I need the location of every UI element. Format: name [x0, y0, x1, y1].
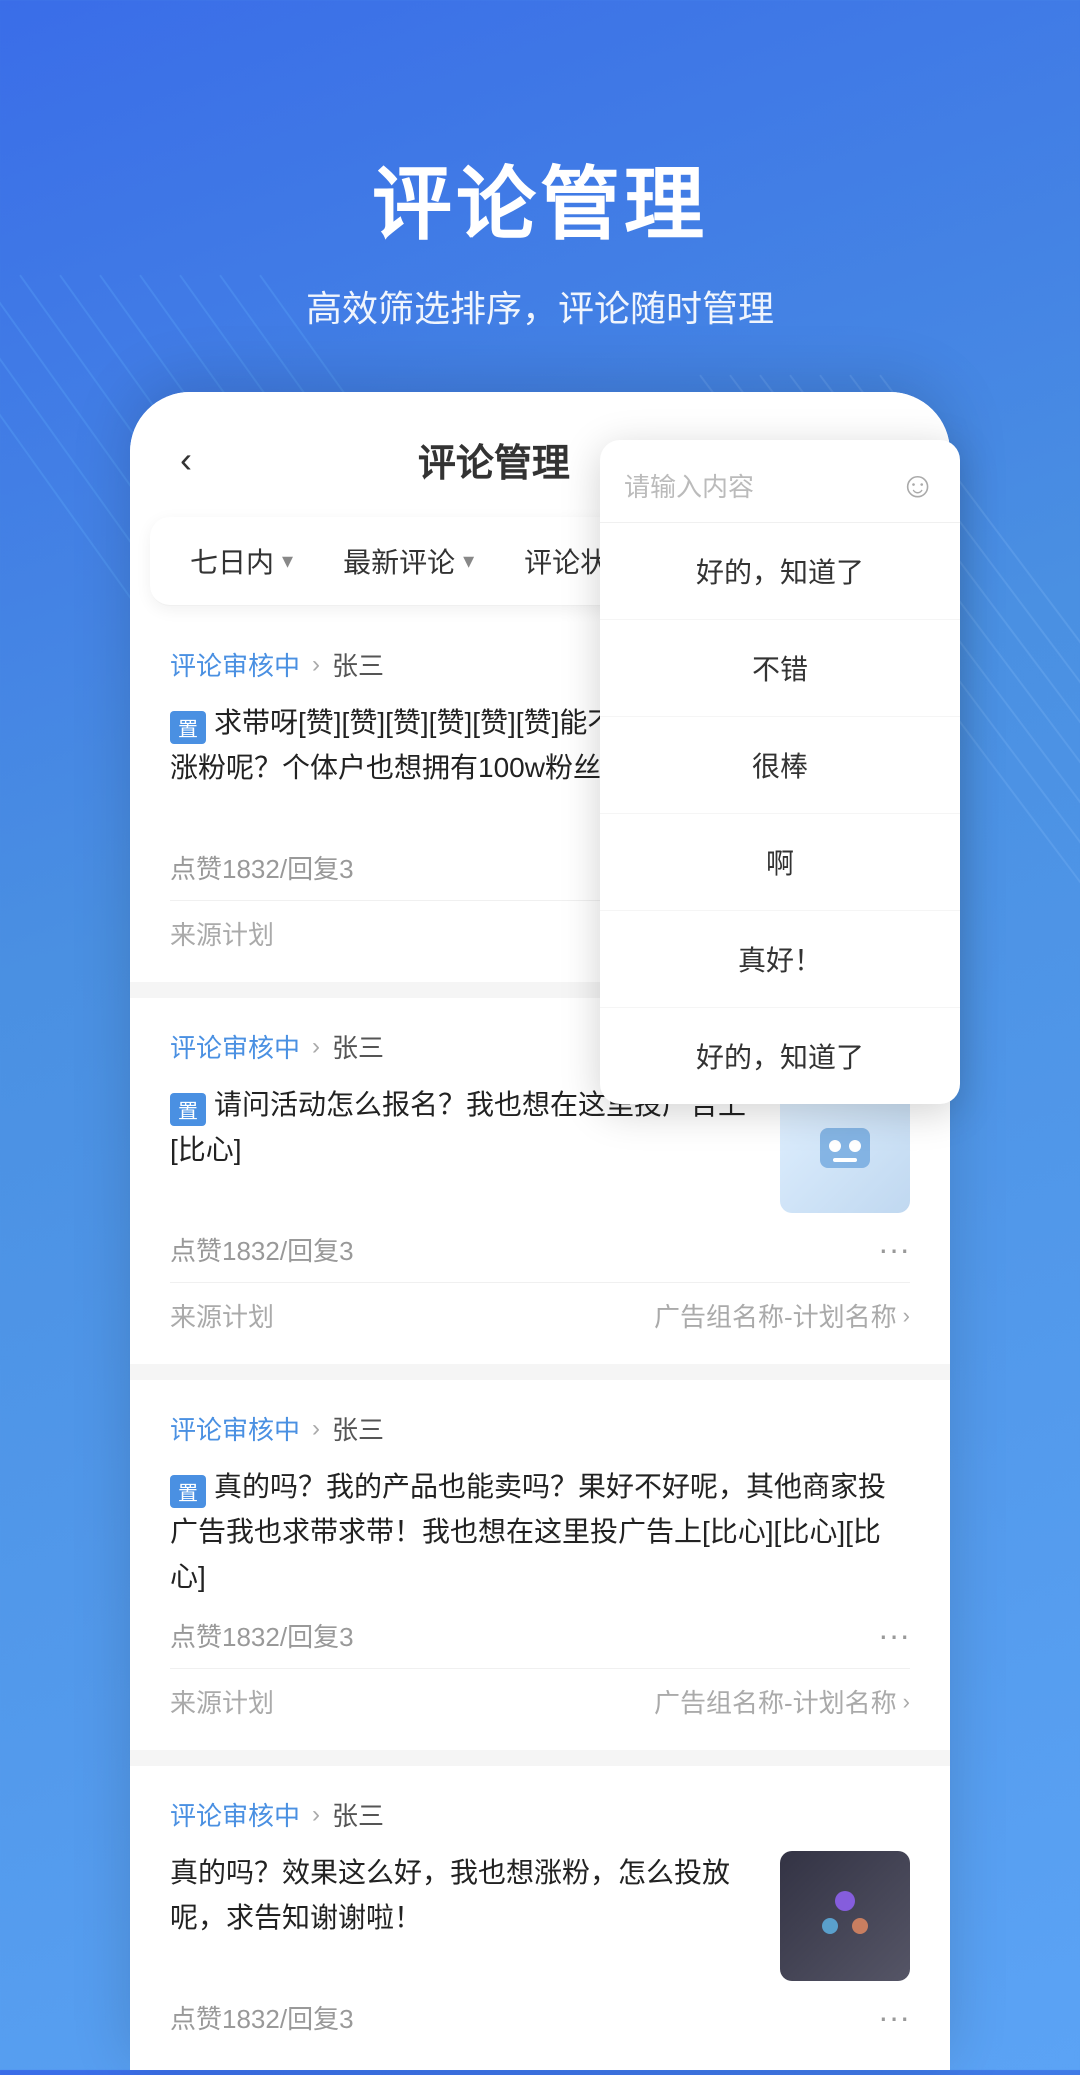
comment-status: 评论审核中 › 张三	[170, 646, 384, 683]
comment-list: 评论审核中 › 张三 昨天 24:23 置求带呀[赞][赞][赞][赞][赞][…	[130, 616, 950, 2070]
user-name: 张三	[332, 1028, 384, 1065]
page-main-title: 评论管理	[0, 140, 1080, 256]
comment-status: 评论审核中 › 张三	[170, 1028, 384, 1065]
comment-source: 来源计划 广告组名称-计划名称 ›	[170, 1282, 910, 1334]
comment-body: 真的吗？效果这么好，我也想涨粉，怎么投放呢，求告知谢谢啦！	[170, 1851, 910, 1981]
quick-reply-popup: 请输入内容 ☺ 好的，知道了 不错 很棒 啊 真好！ 好的，知道了	[600, 440, 960, 1104]
reply-input-row: 请输入内容 ☺	[600, 440, 960, 523]
comment-tag: 置	[170, 711, 206, 744]
source-label: 来源计划	[170, 915, 274, 952]
filter-date-arrow: ▾	[282, 548, 293, 574]
status-badge: 评论审核中	[170, 1796, 300, 1833]
meta-likes: 点赞1832/回复3	[170, 1231, 354, 1268]
filter-date[interactable]: 七日内 ▾	[190, 541, 293, 581]
status-badge: 评论审核中	[170, 1028, 300, 1065]
source-arrow: ›	[903, 1303, 910, 1329]
user-name: 张三	[332, 1410, 384, 1447]
comment-image-dark	[780, 1851, 910, 1981]
filter-date-label: 七日内	[190, 541, 274, 581]
comment-tag: 置	[170, 1475, 206, 1508]
comment-meta: 点赞1832/回复3 ···	[170, 1999, 910, 2036]
reply-option-2[interactable]: 不错	[600, 620, 960, 717]
phone-frame: ‹ 评论管理 🔍 ··· 七日内 ▾ 最新评论 ▾ 评论状态 ▾ 筛选 ≡	[130, 392, 950, 2070]
comment-card: 评论审核中 › 张三 置真的吗？我的产品也能卖吗？果好不好呢，其他商家投广告我也…	[130, 1380, 950, 1750]
status-arrow: ›	[312, 1415, 320, 1443]
comment-card: 评论审核中 › 张三 昨天 24:23 置请问活动怎么报名？我也想在这里投广告上…	[130, 998, 950, 1364]
status-arrow: ›	[312, 651, 320, 679]
source-value[interactable]: 广告组名称-计划名称 ›	[654, 1297, 910, 1334]
status-badge: 评论审核中	[170, 646, 300, 683]
meta-likes: 点赞1832/回复3	[170, 1999, 354, 2036]
topbar-title: 评论管理	[418, 432, 570, 487]
comment-body: 置真的吗？我的产品也能卖吗？果好不好呢，其他商家投广告我也求带求带！我也想在这里…	[170, 1465, 910, 1599]
source-value[interactable]: 广告组名称-计划名称 ›	[654, 1683, 910, 1720]
comment-meta: 点赞1832/回复3 ···	[170, 1231, 910, 1268]
user-name: 张三	[332, 1796, 384, 1833]
comment-header: 评论审核中 › 张三	[170, 1796, 910, 1833]
filter-sort-arrow: ▾	[463, 548, 474, 574]
filter-sort-label: 最新评论	[343, 541, 455, 581]
emoji-icon[interactable]: ☺	[899, 464, 936, 506]
comment-tag: 置	[170, 1093, 206, 1126]
comment-text: 真的吗？我的产品也能卖吗？果好不好呢，其他商家投广告我也求带求带！我也想在这里投…	[170, 1471, 886, 1592]
header-section: 评论管理 高效筛选排序，评论随时管理	[0, 0, 1080, 392]
comment-text-area: 置真的吗？我的产品也能卖吗？果好不好呢，其他商家投广告我也求带求带！我也想在这里…	[170, 1465, 910, 1599]
comment-source: 来源计划 广告组名称-计划名称 ›	[170, 1668, 910, 1720]
reply-option-4[interactable]: 啊	[600, 814, 960, 911]
comment-status: 评论审核中 › 张三	[170, 1796, 384, 1833]
comment-meta: 点赞1832/回复3 ···	[170, 1617, 910, 1654]
page-sub-title: 高效筛选排序，评论随时管理	[0, 280, 1080, 332]
meta-more-button[interactable]: ···	[878, 1999, 910, 2036]
meta-likes: 点赞1832/回复3	[170, 1617, 354, 1654]
source-label: 来源计划	[170, 1297, 274, 1334]
comment-text: 真的吗？效果这么好，我也想涨粉，怎么投放呢，求告知谢谢啦！	[170, 1857, 730, 1933]
user-name: 张三	[332, 646, 384, 683]
meta-more-button[interactable]: ···	[878, 1231, 910, 1268]
comment-status: 评论审核中 › 张三	[170, 1410, 384, 1447]
reply-option-1[interactable]: 好的，知道了	[600, 523, 960, 620]
meta-more-button[interactable]: ···	[878, 1617, 910, 1654]
comment-header: 评论审核中 › 张三	[170, 1410, 910, 1447]
meta-likes: 点赞1832/回复3	[170, 849, 354, 886]
reply-input-placeholder[interactable]: 请输入内容	[624, 467, 899, 504]
comment-card-partial: 评论审核中 › 张三 真的吗？效果这么好，我也想涨粉，怎么投放呢，求告知谢谢啦！	[130, 1766, 950, 2070]
back-button[interactable]: ‹	[180, 439, 192, 481]
comment-text-area: 真的吗？效果这么好，我也想涨粉，怎么投放呢，求告知谢谢啦！	[170, 1851, 760, 1981]
filter-sort[interactable]: 最新评论 ▾	[343, 541, 474, 581]
status-arrow: ›	[312, 1033, 320, 1061]
reply-option-6[interactable]: 好的，知道了	[600, 1008, 960, 1104]
source-label: 来源计划	[170, 1683, 274, 1720]
status-badge: 评论审核中	[170, 1410, 300, 1447]
reply-option-5[interactable]: 真好！	[600, 911, 960, 1008]
source-arrow: ›	[903, 1689, 910, 1715]
status-arrow: ›	[312, 1801, 320, 1829]
reply-option-3[interactable]: 很棒	[600, 717, 960, 814]
